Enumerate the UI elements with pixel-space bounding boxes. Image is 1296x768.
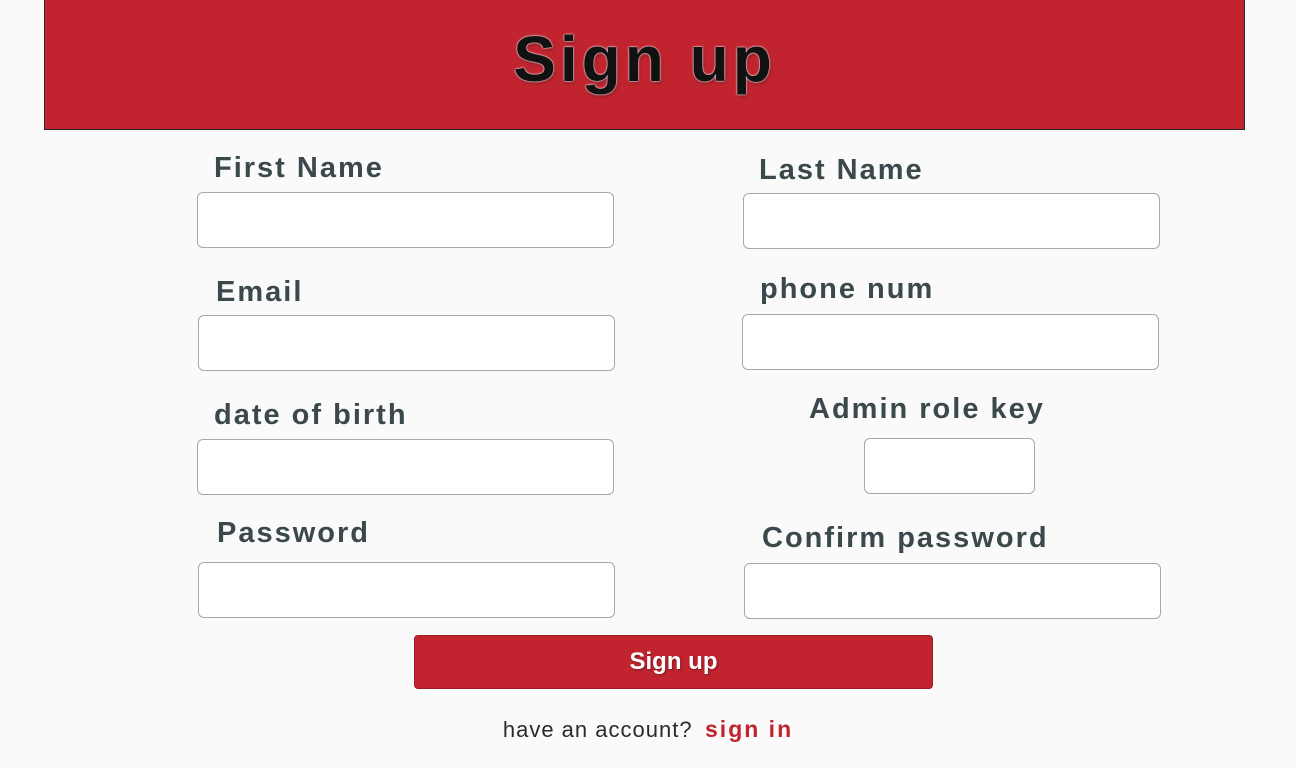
admin-key-label: Admin role key bbox=[809, 393, 1045, 425]
confirm-password-field[interactable] bbox=[744, 563, 1161, 619]
phone-label: phone num bbox=[760, 273, 935, 305]
first-name-label: First Name bbox=[214, 152, 384, 184]
signup-submit-button[interactable]: Sign up bbox=[414, 635, 933, 689]
last-name-field[interactable] bbox=[743, 193, 1160, 249]
last-name-label: Last Name bbox=[759, 154, 924, 186]
signin-prompt: have an account? sign in bbox=[0, 716, 1296, 743]
dob-field[interactable] bbox=[197, 439, 614, 495]
dob-label: date of birth bbox=[214, 399, 408, 431]
first-name-field[interactable] bbox=[197, 192, 614, 248]
have-account-text: have an account? bbox=[502, 717, 693, 742]
admin-key-field[interactable] bbox=[864, 438, 1035, 494]
page-header: Sign up bbox=[44, 0, 1245, 130]
email-label: Email bbox=[216, 276, 304, 308]
email-field[interactable] bbox=[198, 315, 615, 371]
password-label: Password bbox=[217, 517, 370, 549]
sign-in-link[interactable]: sign in bbox=[705, 716, 793, 742]
signup-page: Sign up First Name Last Name Email phone… bbox=[0, 0, 1296, 768]
confirm-password-label: Confirm password bbox=[762, 522, 1049, 554]
phone-field[interactable] bbox=[742, 314, 1159, 370]
page-title: Sign up bbox=[513, 22, 776, 95]
password-field[interactable] bbox=[198, 562, 615, 618]
